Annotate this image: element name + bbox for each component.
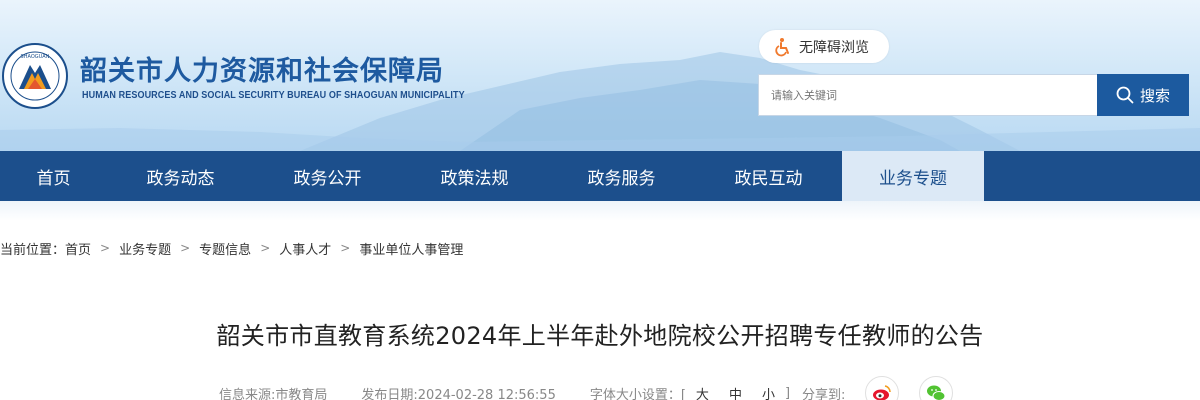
weibo-icon xyxy=(873,385,892,400)
breadcrumb-separator: > xyxy=(260,241,271,255)
breadcrumb: 当前位置： 首页 > 业务专题 > 专题信息 > 人事人才 > 事业单位人事管理 xyxy=(0,239,463,258)
breadcrumb-item-personnel[interactable]: 人事人才 xyxy=(279,239,331,258)
font-size-label: 字体大小设置：[ xyxy=(589,387,686,400)
share-label: 分享到: xyxy=(802,387,846,400)
breadcrumb-item-topics[interactable]: 业务专题 xyxy=(119,239,171,258)
breadcrumb-item-home[interactable]: 首页 xyxy=(65,239,91,258)
nav-item-interaction[interactable]: 政民互动 xyxy=(695,151,842,201)
main-nav: 首页 政务动态 政务公开 政策法规 政务服务 政民互动 业务专题 xyxy=(0,151,1200,201)
svg-text:SHAOGUAN: SHAOGUAN xyxy=(21,54,50,60)
wechat-share-button[interactable] xyxy=(919,376,954,400)
font-size-close-bracket: ] xyxy=(784,385,791,400)
search-icon xyxy=(1116,86,1134,104)
article-title: 韶关市市直教育系统2024年上半年赴外地院校公开招聘专任教师的公告 xyxy=(216,322,984,350)
breadcrumb-item-topic-info[interactable]: 专题信息 xyxy=(199,239,251,258)
wheelchair-icon xyxy=(775,37,789,56)
breadcrumb-item-institution-hr[interactable]: 事业单位人事管理 xyxy=(359,239,463,258)
font-size-small[interactable]: 小 xyxy=(762,384,775,400)
breadcrumb-prefix: 当前位置： xyxy=(0,242,66,258)
breadcrumb-separator: > xyxy=(180,241,191,255)
font-size-large[interactable]: 大 xyxy=(696,384,709,400)
accessibility-label: 无障碍浏览 xyxy=(799,39,869,56)
breadcrumb-separator: > xyxy=(100,241,111,255)
site-title: 韶关市人力资源和社会保障局 xyxy=(80,56,444,87)
nav-item-home[interactable]: 首页 xyxy=(0,151,107,201)
article-source: 信息来源:市教育局 xyxy=(219,387,328,400)
wechat-icon xyxy=(927,385,946,400)
nav-item-policy[interactable]: 政策法规 xyxy=(401,151,548,201)
nav-item-news[interactable]: 政务动态 xyxy=(107,151,254,201)
article-meta: 信息来源:市教育局 发布日期:2024-02-28 12:56:55 字体大小设… xyxy=(219,376,954,400)
search-button-label: 搜索 xyxy=(1139,86,1170,105)
font-size-medium[interactable]: 中 xyxy=(729,384,742,400)
search-input[interactable] xyxy=(758,74,1098,116)
site-subtitle: HUMAN RESOURCES AND SOCIAL SECURITY BURE… xyxy=(82,89,465,101)
nav-shadow-band xyxy=(0,201,1200,221)
nav-item-services[interactable]: 政务服务 xyxy=(548,151,695,201)
accessibility-button[interactable]: 无障碍浏览 xyxy=(759,30,889,63)
article-published-date: 发布日期:2024-02-28 12:56:55 xyxy=(361,387,556,400)
nav-item-disclosure[interactable]: 政务公开 xyxy=(254,151,401,201)
search-button[interactable]: 搜索 xyxy=(1097,74,1189,116)
weibo-share-button[interactable] xyxy=(865,376,900,400)
nav-item-topics[interactable]: 业务专题 xyxy=(842,151,984,201)
bureau-logo: SHAOGUAN xyxy=(2,43,68,109)
breadcrumb-separator: > xyxy=(340,241,351,255)
site-header: SHAOGUAN 韶关市人力资源和社会保障局 HUMAN RESOURCES A… xyxy=(0,0,1200,151)
